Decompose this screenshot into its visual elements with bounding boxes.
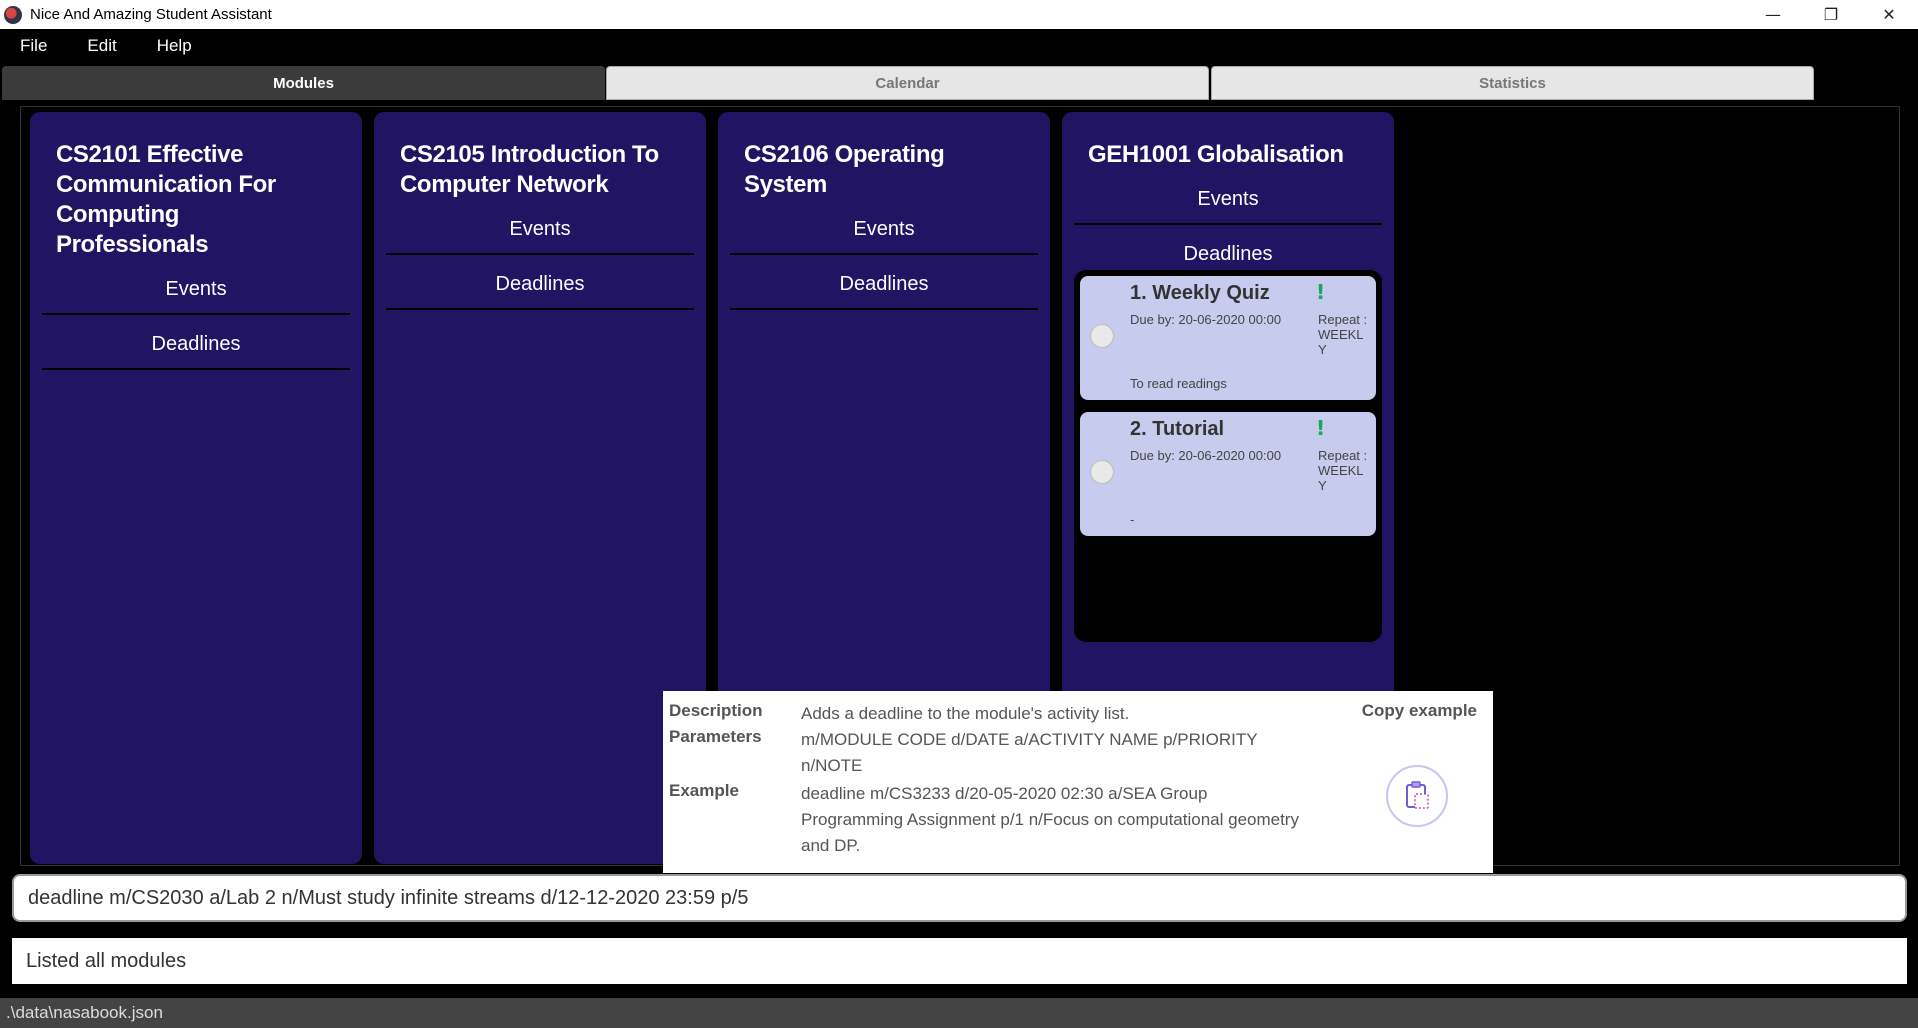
deadlines-label: Deadlines <box>1183 243 1273 265</box>
deadlines-label: Deadlines <box>495 273 585 295</box>
help-parameters: m/MODULE CODE d/DATE a/ACTIVITY NAME p/P… <box>801 730 1258 775</box>
module-title: CS2106 Operating System <box>744 141 945 198</box>
command-help-popup: Description Adds a deadline to the modul… <box>663 691 1493 873</box>
tab-calendar[interactable]: Calendar <box>606 66 1209 100</box>
status-bar-path: .\data\nasabook.json <box>0 998 1918 1028</box>
menu-edit[interactable]: Edit <box>67 36 136 56</box>
maximize-button[interactable]: ❐ <box>1802 0 1860 29</box>
help-parameters-row: Parameters m/MODULE CODE d/DATE a/ACTIVI… <box>669 727 1301 779</box>
done-radio[interactable] <box>1090 324 1114 348</box>
tab-statistics[interactable]: Statistics <box>1211 66 1814 100</box>
tab-bar: Modules Calendar Statistics <box>0 66 1918 102</box>
module-title: CS2101 Effective Communication For Compu… <box>56 141 276 258</box>
divider <box>386 308 694 310</box>
module-card[interactable]: CS2105 Introduction To Computer Network … <box>374 112 706 864</box>
events-label: Events <box>165 278 227 300</box>
deadline-due: Due by: 20-06-2020 00:00 <box>1130 312 1282 327</box>
divider <box>386 253 694 255</box>
close-button[interactable]: ✕ <box>1860 0 1918 29</box>
result-display: Listed all modules <box>12 938 1907 984</box>
divider <box>730 308 1038 310</box>
deadline-list[interactable]: 1. Weekly Quiz ! Due by: 20-06-2020 00:0… <box>1074 270 1382 642</box>
deadline-repeat: Repeat : WEEKLY <box>1318 448 1368 493</box>
priority-icon: ! <box>1316 416 1326 440</box>
events-label: Events <box>1197 188 1259 210</box>
copy-example-label: Copy example <box>1361 701 1477 720</box>
menu-file[interactable]: File <box>0 36 67 56</box>
events-label: Events <box>853 218 915 240</box>
deadline-repeat: Repeat : WEEKLY <box>1318 312 1368 357</box>
help-description: Adds a deadline to the module's activity… <box>801 704 1130 723</box>
divider <box>730 253 1038 255</box>
divider <box>42 368 350 370</box>
menu-help[interactable]: Help <box>137 36 212 56</box>
command-input[interactable]: deadline m/CS2030 a/Lab 2 n/Must study i… <box>12 874 1907 922</box>
deadlines-label: Deadlines <box>839 273 929 295</box>
window-controls: — ❐ ✕ <box>1744 0 1918 29</box>
events-label: Events <box>509 218 571 240</box>
deadline-title: 1. Weekly Quiz <box>1130 282 1270 304</box>
help-example-row: Example deadline m/CS3233 d/20-05-2020 0… <box>669 781 1301 859</box>
priority-icon: ! <box>1316 280 1326 304</box>
deadline-card[interactable]: 1. Weekly Quiz ! Due by: 20-06-2020 00:0… <box>1080 276 1376 400</box>
menu-bar: File Edit Help <box>0 29 1918 63</box>
help-description-row: Description Adds a deadline to the modul… <box>669 701 1301 727</box>
minimize-button[interactable]: — <box>1744 0 1802 29</box>
window-title: Nice And Amazing Student Assistant <box>30 6 272 23</box>
deadline-note: To read readings <box>1130 376 1227 391</box>
app-icon <box>4 5 22 24</box>
module-card[interactable]: CS2101 Effective Communication For Compu… <box>30 112 362 864</box>
help-description-label: Description <box>669 701 763 720</box>
title-bar: Nice And Amazing Student Assistant — ❐ ✕ <box>0 0 1918 29</box>
deadline-card[interactable]: 2. Tutorial ! Due by: 20-06-2020 00:00 R… <box>1080 412 1376 536</box>
deadline-title: 2. Tutorial <box>1130 418 1225 440</box>
module-title: CS2105 Introduction To Computer Network <box>400 141 659 198</box>
done-radio[interactable] <box>1090 460 1114 484</box>
deadlines-label: Deadlines <box>151 333 241 355</box>
divider <box>1074 223 1382 225</box>
help-example-label: Example <box>669 781 739 800</box>
help-example: deadline m/CS3233 d/20-05-2020 02:30 a/S… <box>801 784 1299 855</box>
deadline-note: - <box>1130 512 1135 527</box>
help-parameters-label: Parameters <box>669 727 762 746</box>
module-title: GEH1001 Globalisation <box>1088 141 1344 168</box>
clipboard-icon[interactable] <box>1386 765 1448 827</box>
deadline-due: Due by: 20-06-2020 00:00 <box>1130 448 1282 463</box>
divider <box>42 313 350 315</box>
tab-modules[interactable]: Modules <box>2 66 605 100</box>
